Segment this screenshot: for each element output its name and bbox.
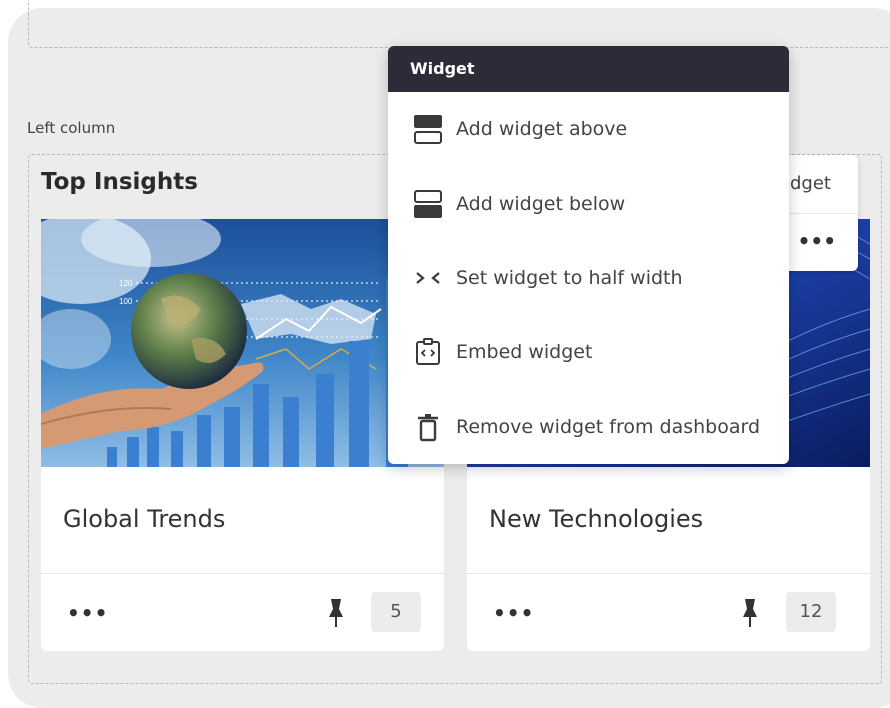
svg-text:100: 100 <box>119 297 133 306</box>
add-above-icon <box>412 113 444 145</box>
menu-item-label: Add widget below <box>456 192 626 215</box>
card-title[interactable]: Global Trends <box>63 505 225 533</box>
section-title: Top Insights <box>41 169 198 195</box>
add-below-icon <box>412 188 444 220</box>
pin-icon[interactable] <box>328 597 344 627</box>
menu-item-half-width[interactable]: Set widget to half width <box>388 241 789 315</box>
menu-item-label: Add widget above <box>456 118 628 141</box>
embed-icon <box>412 336 444 368</box>
menu-item-label: Set widget to half width <box>456 266 683 289</box>
menu-item-add-widget-above[interactable]: Add widget above <box>388 92 789 166</box>
menu-item-add-widget-below[interactable]: Add widget below <box>388 166 789 240</box>
menu-item-embed-widget[interactable]: Embed widget <box>388 315 789 389</box>
menu-item-remove-widget[interactable]: Remove widget from dashboard <box>388 390 789 464</box>
trash-icon <box>412 411 444 443</box>
card-more-button[interactable]: ••• <box>493 601 534 625</box>
pin-count: 12 <box>786 592 836 632</box>
widget-more-button[interactable]: ••• <box>798 229 836 253</box>
card-divider <box>467 573 870 574</box>
top-drop-zone <box>28 0 890 48</box>
pin-count: 5 <box>371 592 421 632</box>
card-divider <box>41 573 444 574</box>
card-more-button[interactable]: ••• <box>67 601 108 625</box>
toolbar-label-partial[interactable]: dget <box>790 173 831 194</box>
card-image-global-trends[interactable]: 120 100 <box>41 219 444 467</box>
insight-card[interactable]: 120 100 Global Trends ••• 5 <box>41 219 444 651</box>
svg-text:120: 120 <box>119 279 133 288</box>
half-width-icon <box>412 262 444 294</box>
menu-item-label: Remove widget from dashboard <box>456 415 761 438</box>
pin-icon[interactable] <box>742 597 758 627</box>
menu-header: Widget <box>388 46 789 92</box>
widget-context-menu: Widget Add widget above Add widget below… <box>388 46 789 464</box>
card-title[interactable]: New Technologies <box>489 505 703 533</box>
column-label: Left column <box>27 119 116 137</box>
menu-item-label: Embed widget <box>456 341 593 364</box>
